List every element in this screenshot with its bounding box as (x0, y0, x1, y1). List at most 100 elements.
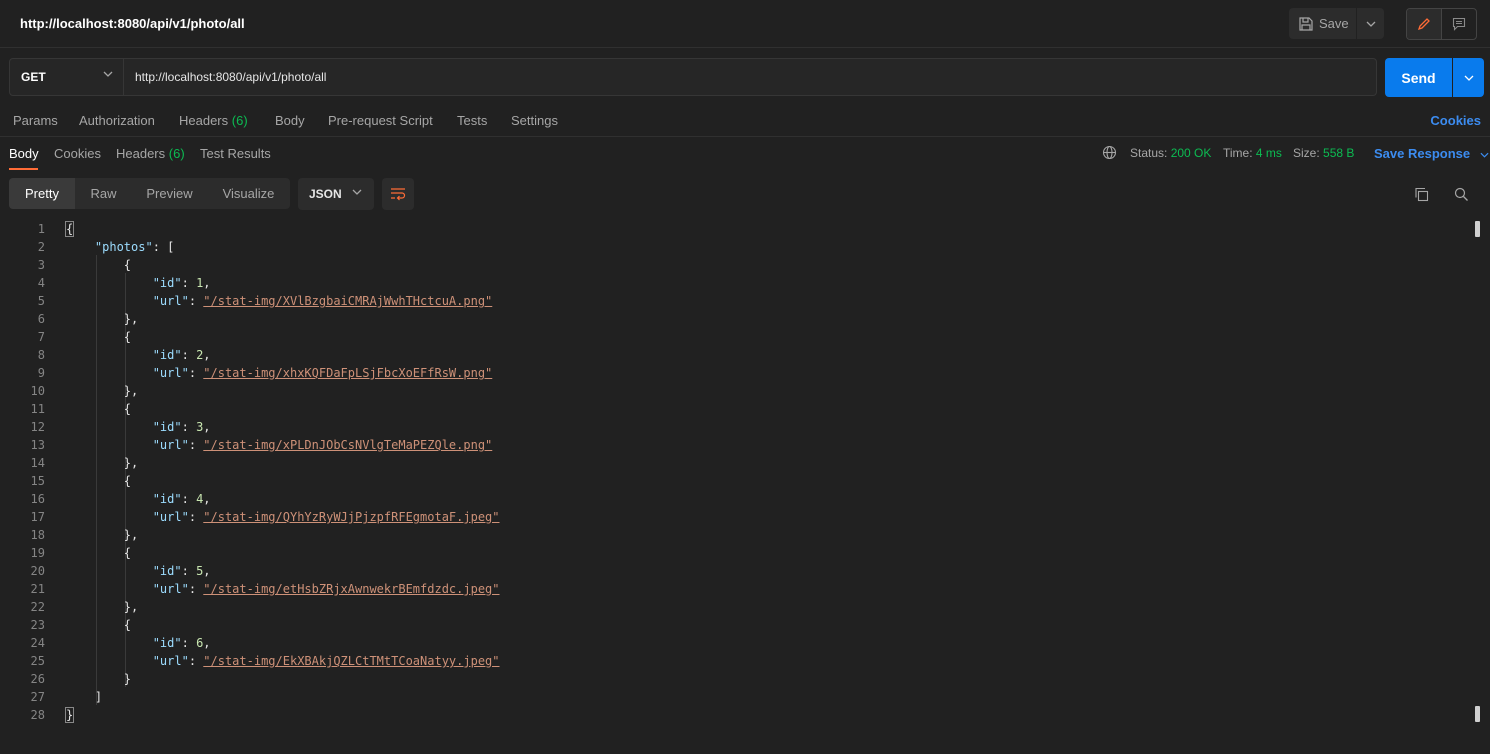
code-line: 17 "url": "/stat-img/QYhYzRyWJjPjzpfRFEg… (0, 508, 1470, 526)
line-number: 21 (30, 582, 45, 596)
code-line: 5 "url": "/stat-img/XVlBzgbaiCMRAjWwhTHc… (0, 292, 1470, 310)
vertical-scrollbar-bottom[interactable] (1475, 706, 1480, 722)
tab-prerequest-script[interactable]: Pre-request Script (328, 113, 433, 128)
code-line: 26 } (0, 670, 1470, 688)
photo-id-value: 2 (196, 348, 204, 362)
code-line: 11 { (0, 400, 1470, 418)
code-text: "id": 3, (152, 420, 211, 434)
code-text: "url": "/stat-img/XVlBzgbaiCMRAjWwhTHctc… (152, 294, 493, 308)
save-button[interactable]: Save (1289, 8, 1356, 39)
view-raw-button[interactable]: Raw (75, 178, 132, 209)
response-tab-test-results[interactable]: Test Results (200, 146, 271, 161)
wrap-lines-button[interactable] (382, 178, 414, 210)
photo-url-link[interactable]: "/stat-img/xhxKQFDaFpLSjFbcXoEFfRsW.png" (203, 366, 492, 380)
photo-id-value: 1 (196, 276, 204, 290)
request-tabs: Params Authorization Headers (6) Body Pr… (0, 104, 1490, 137)
comments-button[interactable] (1442, 9, 1477, 39)
line-number: 2 (37, 240, 45, 254)
line-number: 23 (30, 618, 45, 632)
response-body-editor[interactable]: 1{ 2 "photos": [ 3 {4 "id": 1, 5 "url": "… (0, 219, 1470, 754)
photo-url-link[interactable]: "/stat-img/xPLDnJObCsNVlgTeMaPEZQle.png" (203, 438, 492, 452)
copy-button[interactable] (1411, 184, 1431, 204)
code-line: 19 { (0, 544, 1470, 562)
method-label: GET (21, 70, 46, 84)
photo-id-value: 5 (196, 564, 204, 578)
vertical-scrollbar-top[interactable] (1475, 221, 1480, 237)
globe-icon[interactable] (1102, 145, 1117, 163)
copy-icon (1414, 187, 1428, 201)
search-button[interactable] (1451, 184, 1471, 204)
view-preview-button[interactable]: Preview (132, 178, 207, 209)
tab-headers-label: Headers (179, 113, 229, 128)
photo-url-link[interactable]: "/stat-img/QYhYzRyWJjPjzpfRFEgmotaF.jpeg… (203, 510, 499, 524)
cookies-link[interactable]: Cookies (1430, 113, 1481, 128)
view-pretty-button[interactable]: Pretty (9, 178, 75, 209)
code-text: "id": 4, (152, 492, 211, 506)
code-line: 2 "photos": [ (0, 238, 1470, 256)
code-line: 9 "url": "/stat-img/xhxKQFDaFpLSjFbcXoEF… (0, 364, 1470, 382)
code-line: 8 "id": 2, (0, 346, 1470, 364)
request-title[interactable]: http://localhost:8080/api/v1/photo/all (20, 16, 245, 31)
code-text: { (66, 258, 132, 272)
line-number: 9 (37, 366, 45, 380)
view-mode-toggle (1406, 8, 1477, 40)
chevron-down-icon (1464, 75, 1473, 81)
line-number: 10 (30, 384, 45, 398)
code-line: 7 { (0, 328, 1470, 346)
wrap-lines-icon (391, 188, 406, 201)
photo-url-link[interactable]: "/stat-img/etHsbZRjxAwnwekrBEmfdzdc.jpeg… (203, 582, 499, 596)
line-number: 4 (37, 276, 45, 290)
save-response-button[interactable]: Save Response (1374, 146, 1489, 161)
line-number: 3 (37, 258, 45, 272)
code-text: "photos": [ (94, 240, 175, 254)
response-tab-body[interactable]: Body (9, 146, 39, 161)
code-line: 16 "id": 4, (0, 490, 1470, 508)
code-text: "url": "/stat-img/etHsbZRjxAwnwekrBEmfdz… (152, 582, 500, 596)
photo-id-value: 3 (196, 420, 204, 434)
code-text: } (64, 707, 75, 723)
tab-body[interactable]: Body (275, 113, 305, 128)
response-tab-headers-count: (6) (168, 146, 185, 161)
response-size[interactable]: Size: 558 B (1293, 146, 1354, 160)
line-number: 6 (37, 312, 45, 326)
photo-id-value: 4 (196, 492, 204, 506)
format-select[interactable]: JSON (298, 178, 374, 210)
tab-params[interactable]: Params (13, 113, 58, 128)
response-status[interactable]: Status: 200 OK (1130, 146, 1211, 160)
response-tab-cookies[interactable]: Cookies (54, 146, 101, 161)
code-text: "url": "/stat-img/EkXBAkjQZLCtTMtTCoaNat… (152, 654, 500, 668)
method-select[interactable]: GET (9, 58, 124, 96)
chevron-down-icon (352, 189, 362, 195)
tab-headers[interactable]: Headers (6) (179, 113, 248, 128)
code-line: 21 "url": "/stat-img/etHsbZRjxAwnwekrBEm… (0, 580, 1470, 598)
code-text: }, (66, 528, 139, 542)
tab-tests[interactable]: Tests (457, 113, 487, 128)
send-button[interactable]: Send (1385, 58, 1452, 97)
save-response-label: Save Response (1374, 146, 1471, 161)
tab-authorization[interactable]: Authorization (79, 113, 155, 128)
time-value: 4 ms (1255, 146, 1282, 160)
code-text: }, (66, 456, 139, 470)
code-line: 4 "id": 1, (0, 274, 1470, 292)
edit-mode-button[interactable] (1407, 9, 1442, 39)
code-line: 1{ (0, 220, 1470, 238)
photo-url-link[interactable]: "/stat-img/XVlBzgbaiCMRAjWwhTHctcuA.png" (203, 294, 492, 308)
save-icon (1299, 16, 1313, 31)
view-visualize-button[interactable]: Visualize (207, 178, 290, 209)
line-number: 8 (37, 348, 45, 362)
line-number: 17 (30, 510, 45, 524)
save-options-button[interactable] (1357, 8, 1384, 39)
chevron-down-icon (1366, 21, 1375, 27)
line-number: 7 (37, 330, 45, 344)
code-text: }, (66, 600, 139, 614)
line-number: 26 (30, 672, 45, 686)
photo-url-link[interactable]: "/stat-img/EkXBAkjQZLCtTMtTCoaNatyy.jpeg… (203, 654, 499, 668)
code-line: 27 ] (0, 688, 1470, 706)
response-tab-headers[interactable]: Headers (6) (116, 146, 185, 161)
tab-settings[interactable]: Settings (511, 113, 558, 128)
pencil-icon (1417, 18, 1430, 31)
url-input[interactable]: http://localhost:8080/api/v1/photo/all (124, 58, 1377, 96)
send-options-button[interactable] (1453, 58, 1484, 97)
response-time[interactable]: Time: 4 ms (1223, 146, 1282, 160)
format-label: JSON (309, 187, 342, 201)
